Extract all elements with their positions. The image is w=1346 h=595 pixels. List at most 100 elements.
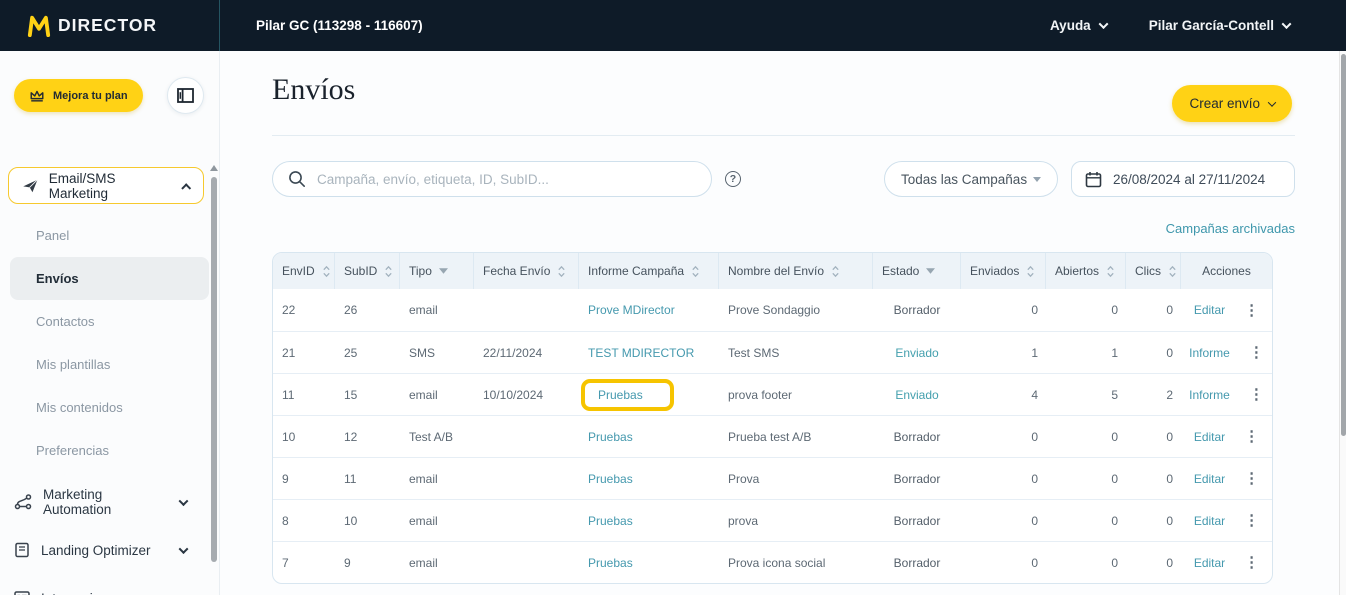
sort-icon[interactable] bbox=[831, 265, 840, 278]
column-header-envid[interactable]: EnvID bbox=[273, 253, 335, 289]
chevron-up-icon bbox=[182, 184, 192, 194]
column-label: Nombre del Envío bbox=[728, 264, 824, 278]
kebab-menu-icon[interactable]: ⋮ bbox=[1249, 345, 1264, 360]
cell-subid: 12 bbox=[335, 416, 400, 457]
row-action-link[interactable]: Editar bbox=[1194, 430, 1225, 444]
kebab-menu-icon[interactable]: ⋮ bbox=[1244, 513, 1259, 528]
cell-envid: 10 bbox=[273, 416, 335, 457]
cell-estado: Borrador bbox=[873, 500, 961, 541]
sort-icon[interactable] bbox=[1026, 265, 1035, 278]
kebab-menu-icon[interactable]: ⋮ bbox=[1244, 555, 1259, 570]
kebab-menu-icon[interactable]: ⋮ bbox=[1244, 471, 1259, 486]
filter-dropdown-icon[interactable] bbox=[926, 268, 935, 274]
cell-enviados: 0 bbox=[961, 458, 1046, 499]
main-content: Envíos Crear envío ? Todas las Campañas … bbox=[221, 51, 1339, 595]
help-icon[interactable]: ? bbox=[725, 171, 741, 187]
search-input[interactable] bbox=[317, 172, 696, 187]
kebab-menu-icon[interactable]: ⋮ bbox=[1249, 387, 1264, 402]
table-row: 810emailPruebasprovaBorrador000Editar⋮ bbox=[273, 499, 1272, 541]
sidebar-item-preferencias[interactable]: Preferencias bbox=[0, 429, 219, 472]
sidebar-item-panel[interactable]: Panel bbox=[0, 214, 219, 257]
dropdown-arrow-icon bbox=[1033, 177, 1041, 182]
sidebar-scrollbar-thumb[interactable] bbox=[211, 177, 217, 562]
table-row: 79emailPruebasProva icona socialBorrador… bbox=[273, 541, 1272, 583]
row-action-link[interactable]: Editar bbox=[1194, 556, 1225, 570]
cell-nombre: Test SMS bbox=[719, 332, 873, 373]
mdirector-m-icon bbox=[27, 15, 51, 37]
sidebar-section-landing-optimizer[interactable]: Landing Optimizer bbox=[0, 526, 219, 574]
page-scrollbar-thumb[interactable] bbox=[1341, 54, 1346, 436]
row-action-link[interactable]: Editar bbox=[1194, 472, 1225, 486]
landing-page-icon bbox=[14, 542, 30, 558]
sidebar-item-mis-plantillas[interactable]: Mis plantillas bbox=[0, 343, 219, 386]
campaign-report-link[interactable]: Pruebas bbox=[598, 388, 643, 402]
create-envio-button[interactable]: Crear envío bbox=[1172, 85, 1292, 122]
column-label: Acciones bbox=[1202, 264, 1251, 278]
cell-abiertos: 5 bbox=[1046, 374, 1126, 415]
table-row: 2226emailProve MDirectorProve SondaggioB… bbox=[273, 289, 1272, 331]
column-header-tipo[interactable]: Tipo bbox=[400, 253, 474, 289]
column-header-enviados[interactable]: Enviados bbox=[961, 253, 1046, 289]
campaign-report-link[interactable]: Prove MDirector bbox=[588, 303, 675, 317]
chevron-down-icon bbox=[179, 496, 189, 506]
page-title: Envíos bbox=[272, 73, 355, 107]
sidebar-item-env-os[interactable]: Envíos bbox=[10, 257, 209, 300]
brand-logo[interactable]: DIRECTOR bbox=[0, 0, 220, 51]
collapse-sidebar-button[interactable] bbox=[167, 77, 204, 114]
column-header-abiertos[interactable]: Abiertos bbox=[1046, 253, 1126, 289]
sort-icon[interactable] bbox=[557, 265, 566, 278]
cell-estado: Borrador bbox=[873, 416, 961, 457]
column-label: SubID bbox=[344, 264, 377, 278]
row-action-link[interactable]: Informe bbox=[1189, 388, 1230, 402]
cell-estado: Borrador bbox=[873, 542, 961, 583]
sort-icon[interactable] bbox=[1106, 265, 1115, 278]
campaign-report-link[interactable]: Pruebas bbox=[588, 472, 633, 486]
integrations-icon bbox=[14, 591, 30, 595]
row-action-link[interactable]: Editar bbox=[1194, 514, 1225, 528]
campaign-filter-value: Todas las Campañas bbox=[901, 172, 1027, 187]
cell-fecha bbox=[474, 500, 579, 541]
sort-icon[interactable] bbox=[691, 265, 700, 278]
sort-icon[interactable] bbox=[1168, 265, 1177, 278]
campaign-report-link[interactable]: Pruebas bbox=[588, 514, 633, 528]
sidebar-section-label: Landing Optimizer bbox=[41, 543, 151, 558]
sort-icon[interactable] bbox=[384, 265, 393, 278]
cell-clics: 0 bbox=[1126, 416, 1181, 457]
column-header-estado[interactable]: Estado bbox=[873, 253, 961, 289]
sidebar-section-marketing-automation[interactable]: Marketing Automation bbox=[0, 478, 219, 526]
sidebar-section-integraciones[interactable]: Integraciones bbox=[0, 574, 219, 595]
column-header-clics[interactable]: Clics bbox=[1126, 253, 1181, 289]
cell-fecha: 10/10/2024 bbox=[474, 374, 579, 415]
kebab-menu-icon[interactable]: ⋮ bbox=[1244, 429, 1259, 444]
campaign-filter-dropdown[interactable]: Todas las Campañas bbox=[884, 161, 1058, 197]
cell-tipo: SMS bbox=[400, 332, 474, 373]
scroll-up-arrow-icon[interactable] bbox=[210, 165, 218, 171]
sidebar-scrollbar[interactable] bbox=[210, 165, 217, 595]
column-label: Fecha Envío bbox=[483, 264, 550, 278]
chevron-down-icon bbox=[1282, 19, 1292, 29]
column-header-informe[interactable]: Informe Campaña bbox=[579, 253, 719, 289]
cell-envid: 22 bbox=[273, 289, 335, 331]
help-menu[interactable]: Ayuda bbox=[1050, 18, 1107, 33]
sort-icon[interactable] bbox=[322, 265, 331, 278]
page-scrollbar[interactable] bbox=[1339, 51, 1346, 595]
column-header-nombre[interactable]: Nombre del Envío bbox=[719, 253, 873, 289]
row-action-link[interactable]: Editar bbox=[1194, 303, 1225, 317]
user-menu[interactable]: Pilar García-Contell bbox=[1149, 18, 1290, 33]
date-range-picker[interactable]: 26/08/2024 al 27/11/2024 bbox=[1071, 161, 1295, 197]
campaign-report-link[interactable]: TEST MDIRECTOR bbox=[588, 346, 694, 360]
sidebar-item-contactos[interactable]: Contactos bbox=[0, 300, 219, 343]
column-header-acciones: Acciones bbox=[1181, 253, 1272, 289]
archived-campaigns-link[interactable]: Campañas archivadas bbox=[1166, 221, 1295, 236]
upgrade-plan-button[interactable]: Mejora tu plan bbox=[14, 79, 143, 112]
filter-dropdown-icon[interactable] bbox=[439, 268, 448, 274]
campaign-report-link[interactable]: Pruebas bbox=[588, 556, 633, 570]
row-action-link[interactable]: Informe bbox=[1189, 346, 1230, 360]
cell-acciones: Editar ⋮ bbox=[1181, 289, 1272, 331]
campaign-report-link[interactable]: Pruebas bbox=[588, 430, 633, 444]
sidebar-section-email-sms-marketing[interactable]: Email/SMS Marketing bbox=[8, 167, 204, 204]
kebab-menu-icon[interactable]: ⋮ bbox=[1244, 303, 1259, 318]
column-header-subid[interactable]: SubID bbox=[335, 253, 400, 289]
column-header-fecha[interactable]: Fecha Envío bbox=[474, 253, 579, 289]
sidebar-item-mis-contenidos[interactable]: Mis contenidos bbox=[0, 386, 219, 429]
